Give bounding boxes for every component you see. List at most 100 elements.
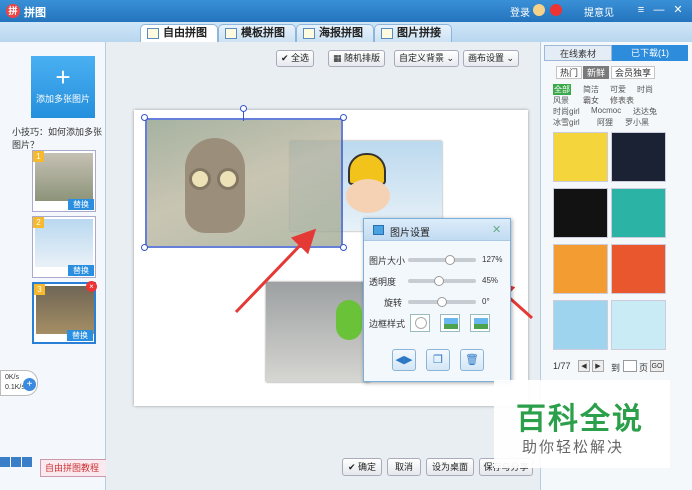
replace-button[interactable]: 替换 (67, 330, 93, 341)
tab-poster-collage[interactable]: 海报拼图 (296, 24, 374, 42)
title-bar: 拼 拼图 登录 提意见 ≡ — ✕ (0, 0, 692, 22)
frame-style-icon (474, 318, 488, 329)
template-thumb-5[interactable] (553, 244, 608, 294)
template-thumb-3[interactable] (553, 188, 608, 238)
tag-dadatu[interactable]: 达达兔 (633, 106, 657, 117)
frame-style-1-option[interactable] (440, 314, 460, 332)
close-window-button[interactable]: ✕ (670, 3, 686, 17)
image-thumb-2[interactable]: 2 替换 (32, 216, 96, 278)
feedback-link[interactable]: 提意见 (584, 4, 614, 19)
tag-ali[interactable]: 阿狸 (597, 117, 613, 128)
cancel-button[interactable]: 取消 (387, 458, 421, 476)
user-icon[interactable] (533, 4, 545, 16)
set-desktop-button[interactable]: 设为桌面 (426, 458, 474, 476)
tool-icon-3[interactable] (22, 457, 32, 467)
poster-collage-icon (303, 28, 315, 39)
size-slider-knob[interactable] (445, 255, 456, 265)
tutorial-link[interactable]: 自由拼图教程 (40, 459, 115, 477)
category-new[interactable]: 新鲜 (583, 66, 610, 79)
tool-icon-2[interactable] (11, 457, 21, 467)
photo-owl-selected[interactable] (145, 118, 343, 248)
template-thumb-2[interactable] (611, 132, 666, 182)
resize-handle-se[interactable] (340, 244, 347, 251)
login-link[interactable]: 登录 (510, 4, 530, 19)
rotate-label: 旋转 (384, 298, 403, 308)
tag-scenery[interactable]: 风景 (553, 95, 569, 106)
popup-close-button[interactable]: ✕ (492, 223, 501, 236)
replace-button[interactable]: 替换 (68, 199, 94, 210)
select-all-button[interactable]: ✔ 全选 (276, 50, 315, 67)
rotate-slider-knob[interactable] (437, 297, 447, 307)
tab-downloaded[interactable]: 已下载(1) (612, 45, 688, 61)
resize-handle-nw[interactable] (141, 114, 148, 121)
confirm-button[interactable]: ✔ 确定 (342, 458, 382, 476)
rotate-slider[interactable] (408, 297, 476, 307)
template-thumb-6[interactable] (611, 244, 666, 294)
rotate-handle[interactable] (240, 105, 247, 112)
select-all-label: 全选 (291, 53, 310, 63)
canvas-settings-button[interactable]: 画布设置 ⌄ (463, 50, 520, 67)
tag-fashion[interactable]: 时尚 (637, 84, 653, 95)
random-layout-button[interactable]: ▦ 随机排版 (328, 50, 386, 67)
tag-all[interactable]: 全部 (553, 84, 571, 95)
template-thumb-8[interactable] (611, 300, 666, 350)
opacity-slider[interactable] (408, 276, 476, 286)
category-hot[interactable]: 热门 (556, 66, 583, 79)
opacity-slider-knob[interactable] (434, 276, 445, 286)
resize-handle-sw[interactable] (141, 244, 148, 251)
flip-horizontal-button[interactable]: ◀▶ (392, 349, 416, 371)
tag-girl[interactable]: 霸女 (583, 95, 599, 106)
weibo-icon[interactable] (550, 4, 562, 16)
category-members[interactable]: 会员独享 (611, 66, 656, 79)
watermark: 百科全说 助你轻松解决 (494, 380, 670, 468)
delete-image-icon[interactable]: 🗑 (460, 349, 484, 371)
tag-fashion-girl[interactable]: 时尚girl (553, 106, 580, 117)
tab-free-collage[interactable]: 自由拼图 (140, 24, 218, 42)
photo-frog[interactable] (266, 282, 370, 382)
tag-simple[interactable]: 简洁 (583, 84, 599, 95)
template-thumb-4[interactable] (611, 188, 666, 238)
tip-link[interactable]: 小技巧：如何添加多张图片？ (12, 125, 105, 151)
tab-image-stitch[interactable]: 图片拼接 (374, 24, 452, 42)
rotate-value: 0° (482, 297, 490, 306)
minimize-button[interactable]: — (651, 3, 667, 17)
tag-mocmoc[interactable]: Mocmoc (591, 106, 621, 115)
tab-online-materials[interactable]: 在线素材 (544, 45, 612, 61)
page-unit-label: 页 (639, 363, 649, 373)
image-thumb-3[interactable]: 3 替换 × (32, 281, 97, 344)
custom-background-button[interactable]: 自定义背景 ⌄ (394, 50, 460, 67)
app-logo-icon: 拼 (6, 4, 20, 18)
image-thumb-1[interactable]: 1 替换 (32, 150, 96, 212)
page-indicator: 1/77 (553, 361, 571, 371)
tag-cute[interactable]: 可爱 (610, 84, 626, 95)
prev-page-button[interactable]: ◀ (578, 360, 590, 372)
go-button[interactable]: GO (650, 360, 664, 372)
page-number-input[interactable] (623, 360, 637, 372)
replace-button[interactable]: 替换 (68, 265, 94, 276)
template-thumb-1[interactable] (553, 132, 608, 182)
add-images-label: 添加多张图片 (35, 94, 90, 104)
watermark-title: 百科全说 (516, 402, 644, 437)
frame-style-2-option[interactable] (470, 314, 490, 332)
menu-icon[interactable]: ≡ (633, 3, 649, 17)
tab-template-collage[interactable]: 模板拼图 (218, 24, 296, 42)
add-images-button[interactable]: + 添加多张图片 (31, 56, 95, 118)
tool-icon-1[interactable] (0, 457, 10, 467)
app-title: 拼图 (24, 7, 46, 19)
next-page-button[interactable]: ▶ (592, 360, 604, 372)
image-settings-popup: 图片设置 ✕ 图片大小 127% 透明度 45% 旋转 0° 边框样式 ◀▶ ❐… (363, 218, 511, 382)
tag-xiubiaobiao[interactable]: 修表表 (610, 95, 634, 106)
template-thumb-7[interactable] (553, 300, 608, 350)
size-slider[interactable] (408, 255, 476, 265)
tag-ice-girl[interactable]: 冰雪girl (553, 117, 580, 128)
canvas-settings-label: 画布设置 (468, 53, 505, 63)
frame-style-icon (444, 318, 458, 329)
speed-plus-icon[interactable]: + (23, 378, 36, 391)
delete-image-button[interactable]: × (86, 281, 97, 292)
no-frame-icon (415, 317, 427, 329)
frame-none-option[interactable] (410, 314, 430, 332)
random-layout-label: 随机排版 (344, 53, 381, 63)
tag-luoxiaohei[interactable]: 罗小黑 (625, 117, 649, 128)
resize-handle-ne[interactable] (340, 114, 347, 121)
layer-order-button[interactable]: ❐ (426, 349, 450, 371)
